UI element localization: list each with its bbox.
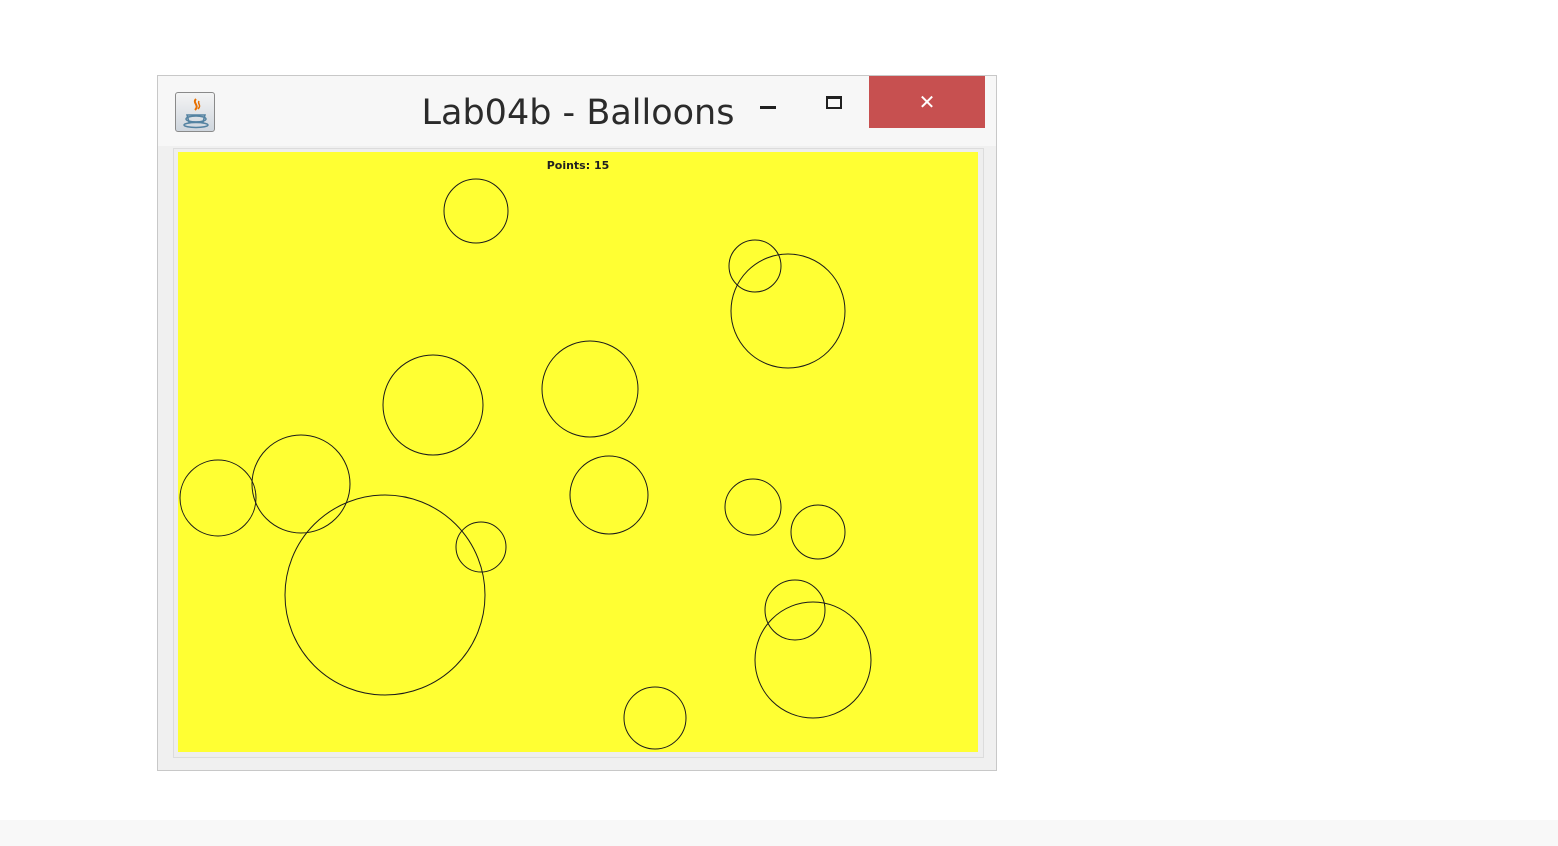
balloon[interactable] — [724, 478, 782, 536]
maximize-icon — [826, 96, 842, 109]
title-bar[interactable]: Lab04b - Balloons ✕ — [158, 76, 996, 146]
desktop: Lab04b - Balloons ✕ Points: 15 — [0, 0, 1558, 846]
balloon[interactable] — [764, 579, 826, 641]
balloon[interactable] — [541, 340, 639, 438]
minimize-button[interactable] — [738, 84, 798, 128]
taskbar-edge — [0, 820, 1558, 846]
game-canvas[interactable]: Points: 15 — [178, 152, 978, 752]
balloon[interactable] — [284, 494, 486, 696]
window-title: Lab04b - Balloons — [421, 93, 735, 133]
minimize-icon — [760, 106, 776, 109]
close-button[interactable]: ✕ — [869, 76, 985, 128]
balloon[interactable] — [569, 455, 649, 535]
balloon[interactable] — [179, 459, 257, 537]
maximize-button[interactable] — [804, 84, 864, 128]
balloon[interactable] — [251, 434, 351, 534]
balloon[interactable] — [443, 178, 509, 244]
balloon[interactable] — [455, 521, 507, 573]
balloon[interactable] — [790, 504, 846, 560]
balloon[interactable] — [623, 686, 687, 750]
java-cup-icon[interactable] — [175, 92, 215, 132]
close-icon: ✕ — [918, 90, 936, 114]
balloon-layer — [179, 178, 872, 750]
balloon[interactable] — [382, 354, 484, 456]
balloon[interactable] — [730, 253, 846, 369]
balloon[interactable] — [728, 239, 782, 293]
balloon[interactable] — [754, 601, 872, 719]
app-window: Lab04b - Balloons ✕ Points: 15 — [157, 75, 997, 771]
